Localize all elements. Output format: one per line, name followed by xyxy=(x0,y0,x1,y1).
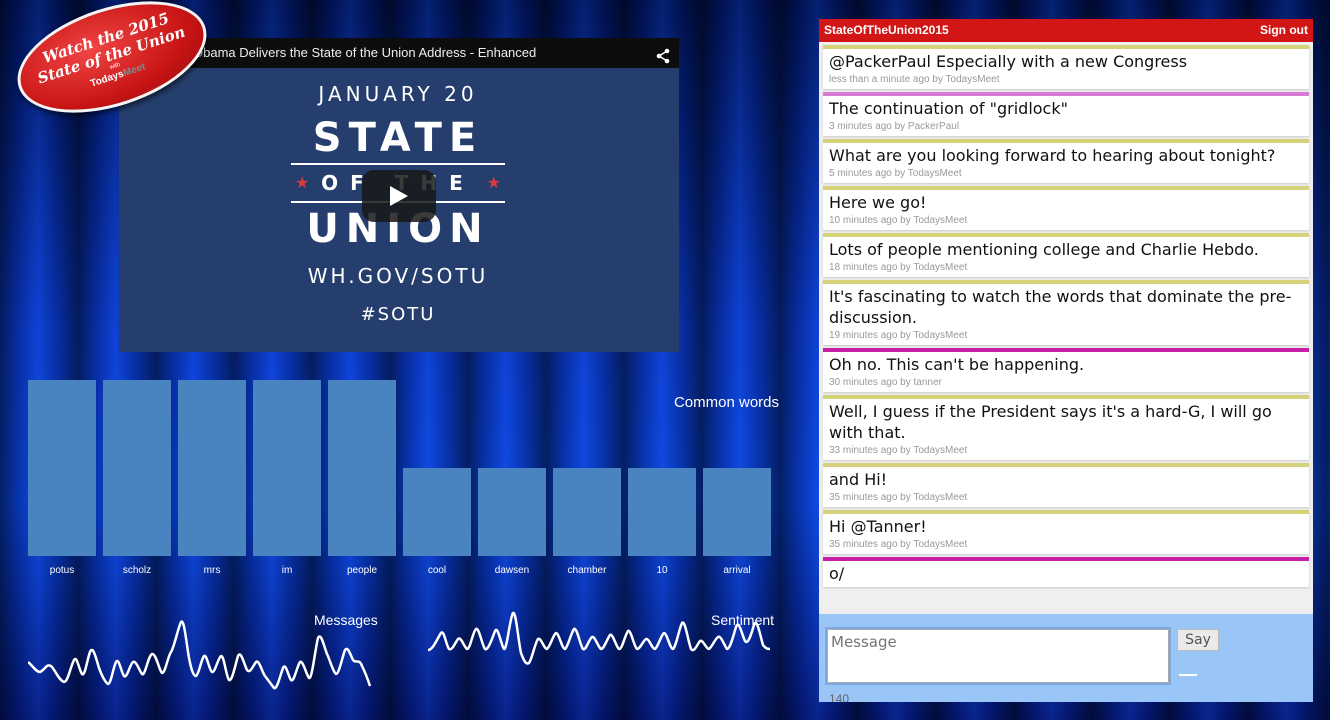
bar-label-potus: potus xyxy=(50,565,74,576)
chat-message: Well, I guess if the President says it's… xyxy=(823,395,1309,460)
bar-label-people: people xyxy=(347,565,377,576)
message-text: @PackerPaul Especially with a new Congre… xyxy=(829,52,1188,71)
message-list[interactable]: @PackerPaul Especially with a new Congre… xyxy=(819,42,1313,614)
messages-wave-line xyxy=(28,620,372,690)
message-text: Hi @Tanner! xyxy=(829,517,927,536)
chat-message: @PackerPaul Especially with a new Congre… xyxy=(823,45,1309,89)
poster-state: STATE xyxy=(312,115,484,161)
message-meta: less than a minute ago by TodaysMeet xyxy=(829,74,1000,85)
compose-area: Say 140 xyxy=(819,614,1313,702)
message-meta: 5 minutes ago by TodaysMeet xyxy=(829,168,962,179)
message-meta: 3 minutes ago by PackerPaul xyxy=(829,121,960,132)
bar-10 xyxy=(628,468,696,556)
message-text: and Hi! xyxy=(829,470,888,489)
share-icon[interactable] xyxy=(655,45,671,75)
play-icon xyxy=(390,186,408,206)
bar-arrival xyxy=(703,468,771,556)
chat-message: It's fascinating to watch the words that… xyxy=(823,280,1309,345)
bar-people xyxy=(328,380,396,556)
message-text: o/ xyxy=(829,564,845,583)
star-icon: ★ xyxy=(295,173,310,192)
bar-label-mrs: mrs xyxy=(204,565,221,576)
chat-message: Here we go! 10 minutes ago by TodaysMeet xyxy=(823,186,1309,230)
bar-label-cool: cool xyxy=(428,565,446,576)
message-meta: 19 minutes ago by TodaysMeet xyxy=(829,330,968,341)
bar-dawsen xyxy=(478,468,546,556)
chat-message: o/ xyxy=(823,557,1309,587)
message-text: Oh no. This can't be happening. xyxy=(829,355,1085,374)
say-button[interactable]: Say xyxy=(1177,629,1219,651)
sentiment-wave xyxy=(428,611,771,665)
message-input[interactable] xyxy=(825,627,1171,685)
bar-label-im: im xyxy=(282,565,293,576)
message-text: It's fascinating to watch the words that… xyxy=(829,287,1292,327)
play-button[interactable] xyxy=(362,170,436,222)
poster-rule xyxy=(291,163,505,165)
room-name[interactable]: StateOfTheUnion2015 xyxy=(824,23,949,37)
bar-label-dawsen: dawsen xyxy=(495,565,529,576)
bar-label-chamber: chamber xyxy=(568,565,608,576)
video-title[interactable]: Obama Delivers the State of the Union Ad… xyxy=(193,45,536,60)
bar-im xyxy=(253,380,321,556)
compose-dash xyxy=(1179,674,1197,676)
message-text: What are you looking forward to hearing … xyxy=(829,146,1276,165)
sentiment-wave-line xyxy=(428,611,771,665)
message-meta: 33 minutes ago by TodaysMeet xyxy=(829,445,968,456)
bar-potus xyxy=(28,380,96,556)
char-counter: 140 xyxy=(829,692,850,702)
chat-message: Hi @Tanner! 35 minutes ago by TodaysMeet xyxy=(823,510,1309,554)
poster-date: JANUARY 20 xyxy=(318,82,478,106)
poster-hashtag: #SOTU xyxy=(360,304,436,325)
bar-chamber xyxy=(553,468,621,556)
chat-message: The continuation of "gridlock" 3 minutes … xyxy=(823,92,1309,136)
message-meta: 18 minutes ago by TodaysMeet xyxy=(829,262,968,273)
message-meta: 10 minutes ago by TodaysMeet xyxy=(829,215,968,226)
chat-message: Oh no. This can't be happening. 30 minute… xyxy=(823,348,1309,392)
bar-label-scholz: scholz xyxy=(123,565,151,576)
message-text: Lots of people mentioning college and Ch… xyxy=(829,240,1259,259)
bar-label-10: 10 xyxy=(656,565,668,576)
common-words-title: Common words xyxy=(673,394,779,411)
chat-message: and Hi! 35 minutes ago by TodaysMeet xyxy=(823,463,1309,507)
sign-out-link[interactable]: Sign out xyxy=(1260,19,1308,42)
bar-label-arrival: arrival xyxy=(723,565,750,576)
star-icon: ★ xyxy=(486,173,501,192)
chat-header: StateOfTheUnion2015 Sign out xyxy=(819,19,1313,42)
poster-site: WH.GOV/SOTU xyxy=(307,264,489,288)
message-meta: 35 minutes ago by TodaysMeet xyxy=(829,539,968,550)
video-player[interactable]: Obama Delivers the State of the Union Ad… xyxy=(119,38,679,352)
chat-message: Lots of people mentioning college and Ch… xyxy=(823,233,1309,277)
message-text: Well, I guess if the President says it's… xyxy=(829,402,1272,442)
message-text: Here we go! xyxy=(829,193,927,212)
chat-panel: StateOfTheUnion2015 Sign out @PackerPaul… xyxy=(819,19,1313,702)
bar-cool xyxy=(403,468,471,556)
messages-wave xyxy=(28,620,372,690)
message-meta: 35 minutes ago by TodaysMeet xyxy=(829,492,968,503)
bar-scholz xyxy=(103,380,171,556)
bar-mrs xyxy=(178,380,246,556)
message-meta: 30 minutes ago by tanner xyxy=(829,377,942,388)
common-words-chart: potus scholz mrs im people cool dawsen chamber 1… xyxy=(0,370,790,590)
message-text: The continuation of "gridlock" xyxy=(829,99,1068,118)
chat-message: What are you looking forward to hearing … xyxy=(823,139,1309,183)
common-words-svg: potus scholz mrs im people cool dawsen chamber 1… xyxy=(28,380,771,576)
